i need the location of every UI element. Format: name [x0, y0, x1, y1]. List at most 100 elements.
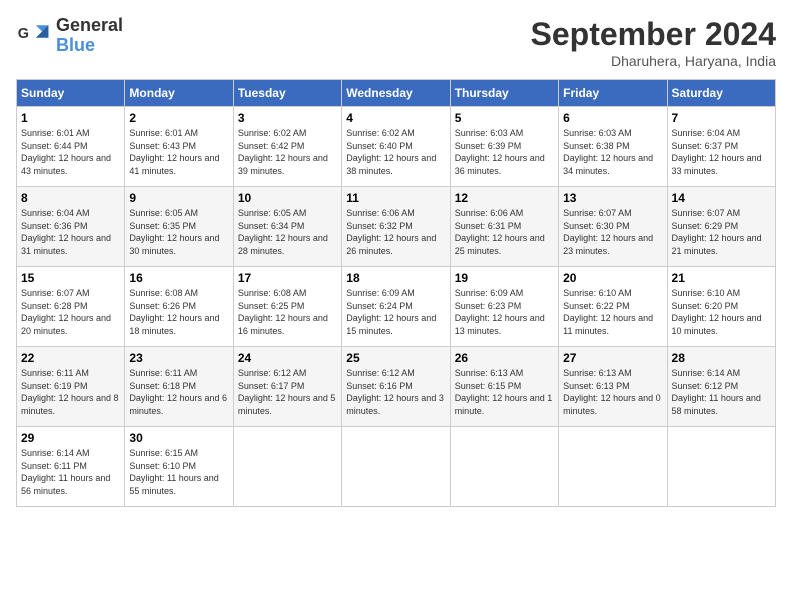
day-info: Sunrise: 6:11 AM Sunset: 6:18 PM Dayligh… [129, 367, 228, 417]
day-number: 16 [129, 271, 228, 285]
day-number: 10 [238, 191, 337, 205]
day-info: Sunrise: 6:02 AM Sunset: 6:40 PM Dayligh… [346, 127, 445, 177]
day-number: 29 [21, 431, 120, 445]
day-cell: 26 Sunrise: 6:13 AM Sunset: 6:15 PM Dayl… [450, 347, 558, 427]
svg-text:G: G [18, 26, 29, 42]
day-info: Sunrise: 6:07 AM Sunset: 6:30 PM Dayligh… [563, 207, 662, 257]
day-cell: 3 Sunrise: 6:02 AM Sunset: 6:42 PM Dayli… [233, 107, 341, 187]
day-cell: 11 Sunrise: 6:06 AM Sunset: 6:32 PM Dayl… [342, 187, 450, 267]
day-info: Sunrise: 6:05 AM Sunset: 6:35 PM Dayligh… [129, 207, 228, 257]
day-cell: 15 Sunrise: 6:07 AM Sunset: 6:28 PM Dayl… [17, 267, 125, 347]
day-number: 6 [563, 111, 662, 125]
header-day-friday: Friday [559, 80, 667, 107]
header-day-thursday: Thursday [450, 80, 558, 107]
day-info: Sunrise: 6:01 AM Sunset: 6:43 PM Dayligh… [129, 127, 228, 177]
week-row-5: 29 Sunrise: 6:14 AM Sunset: 6:11 PM Dayl… [17, 427, 776, 507]
day-info: Sunrise: 6:07 AM Sunset: 6:29 PM Dayligh… [672, 207, 771, 257]
day-number: 23 [129, 351, 228, 365]
logo-text: GeneralBlue [56, 16, 123, 56]
day-cell: 4 Sunrise: 6:02 AM Sunset: 6:40 PM Dayli… [342, 107, 450, 187]
day-info: Sunrise: 6:10 AM Sunset: 6:20 PM Dayligh… [672, 287, 771, 337]
day-info: Sunrise: 6:06 AM Sunset: 6:31 PM Dayligh… [455, 207, 554, 257]
day-number: 21 [672, 271, 771, 285]
week-row-2: 8 Sunrise: 6:04 AM Sunset: 6:36 PM Dayli… [17, 187, 776, 267]
day-number: 25 [346, 351, 445, 365]
day-cell: 29 Sunrise: 6:14 AM Sunset: 6:11 PM Dayl… [17, 427, 125, 507]
day-cell: 12 Sunrise: 6:06 AM Sunset: 6:31 PM Dayl… [450, 187, 558, 267]
day-cell: 16 Sunrise: 6:08 AM Sunset: 6:26 PM Dayl… [125, 267, 233, 347]
day-number: 26 [455, 351, 554, 365]
day-number: 9 [129, 191, 228, 205]
day-cell: 7 Sunrise: 6:04 AM Sunset: 6:37 PM Dayli… [667, 107, 775, 187]
day-number: 13 [563, 191, 662, 205]
day-number: 3 [238, 111, 337, 125]
day-cell: 25 Sunrise: 6:12 AM Sunset: 6:16 PM Dayl… [342, 347, 450, 427]
day-number: 8 [21, 191, 120, 205]
day-info: Sunrise: 6:12 AM Sunset: 6:17 PM Dayligh… [238, 367, 337, 417]
day-number: 12 [455, 191, 554, 205]
day-cell: 30 Sunrise: 6:15 AM Sunset: 6:10 PM Dayl… [125, 427, 233, 507]
day-cell: 8 Sunrise: 6:04 AM Sunset: 6:36 PM Dayli… [17, 187, 125, 267]
header-day-monday: Monday [125, 80, 233, 107]
day-info: Sunrise: 6:14 AM Sunset: 6:12 PM Dayligh… [672, 367, 771, 417]
day-info: Sunrise: 6:12 AM Sunset: 6:16 PM Dayligh… [346, 367, 445, 417]
logo: G GeneralBlue [16, 16, 123, 56]
day-info: Sunrise: 6:04 AM Sunset: 6:36 PM Dayligh… [21, 207, 120, 257]
day-number: 24 [238, 351, 337, 365]
day-cell [450, 427, 558, 507]
title-block: September 2024 Dharuhera, Haryana, India [531, 16, 776, 69]
day-cell [667, 427, 775, 507]
day-cell: 14 Sunrise: 6:07 AM Sunset: 6:29 PM Dayl… [667, 187, 775, 267]
day-number: 1 [21, 111, 120, 125]
day-cell: 27 Sunrise: 6:13 AM Sunset: 6:13 PM Dayl… [559, 347, 667, 427]
day-cell: 10 Sunrise: 6:05 AM Sunset: 6:34 PM Dayl… [233, 187, 341, 267]
day-cell: 21 Sunrise: 6:10 AM Sunset: 6:20 PM Dayl… [667, 267, 775, 347]
day-info: Sunrise: 6:06 AM Sunset: 6:32 PM Dayligh… [346, 207, 445, 257]
day-number: 30 [129, 431, 228, 445]
day-info: Sunrise: 6:03 AM Sunset: 6:39 PM Dayligh… [455, 127, 554, 177]
day-info: Sunrise: 6:08 AM Sunset: 6:25 PM Dayligh… [238, 287, 337, 337]
header-day-tuesday: Tuesday [233, 80, 341, 107]
header-day-wednesday: Wednesday [342, 80, 450, 107]
day-info: Sunrise: 6:10 AM Sunset: 6:22 PM Dayligh… [563, 287, 662, 337]
day-cell: 22 Sunrise: 6:11 AM Sunset: 6:19 PM Dayl… [17, 347, 125, 427]
logo-icon: G [16, 18, 52, 54]
day-info: Sunrise: 6:04 AM Sunset: 6:37 PM Dayligh… [672, 127, 771, 177]
day-info: Sunrise: 6:15 AM Sunset: 6:10 PM Dayligh… [129, 447, 228, 497]
day-info: Sunrise: 6:14 AM Sunset: 6:11 PM Dayligh… [21, 447, 120, 497]
header-day-saturday: Saturday [667, 80, 775, 107]
calendar-table: SundayMondayTuesdayWednesdayThursdayFrid… [16, 79, 776, 507]
day-cell: 20 Sunrise: 6:10 AM Sunset: 6:22 PM Dayl… [559, 267, 667, 347]
day-number: 5 [455, 111, 554, 125]
day-info: Sunrise: 6:09 AM Sunset: 6:23 PM Dayligh… [455, 287, 554, 337]
day-cell [559, 427, 667, 507]
day-cell: 13 Sunrise: 6:07 AM Sunset: 6:30 PM Dayl… [559, 187, 667, 267]
day-cell: 24 Sunrise: 6:12 AM Sunset: 6:17 PM Dayl… [233, 347, 341, 427]
day-number: 17 [238, 271, 337, 285]
logo-blue: Blue [56, 35, 95, 55]
month-title: September 2024 [531, 16, 776, 53]
location: Dharuhera, Haryana, India [531, 53, 776, 69]
day-cell: 9 Sunrise: 6:05 AM Sunset: 6:35 PM Dayli… [125, 187, 233, 267]
day-cell [342, 427, 450, 507]
day-cell: 19 Sunrise: 6:09 AM Sunset: 6:23 PM Dayl… [450, 267, 558, 347]
day-cell: 5 Sunrise: 6:03 AM Sunset: 6:39 PM Dayli… [450, 107, 558, 187]
day-number: 18 [346, 271, 445, 285]
day-number: 2 [129, 111, 228, 125]
day-cell [233, 427, 341, 507]
week-row-4: 22 Sunrise: 6:11 AM Sunset: 6:19 PM Dayl… [17, 347, 776, 427]
day-cell: 17 Sunrise: 6:08 AM Sunset: 6:25 PM Dayl… [233, 267, 341, 347]
day-number: 22 [21, 351, 120, 365]
day-info: Sunrise: 6:05 AM Sunset: 6:34 PM Dayligh… [238, 207, 337, 257]
day-info: Sunrise: 6:09 AM Sunset: 6:24 PM Dayligh… [346, 287, 445, 337]
calendar-body: 1 Sunrise: 6:01 AM Sunset: 6:44 PM Dayli… [17, 107, 776, 507]
day-number: 20 [563, 271, 662, 285]
week-row-1: 1 Sunrise: 6:01 AM Sunset: 6:44 PM Dayli… [17, 107, 776, 187]
day-cell: 6 Sunrise: 6:03 AM Sunset: 6:38 PM Dayli… [559, 107, 667, 187]
day-number: 27 [563, 351, 662, 365]
day-info: Sunrise: 6:08 AM Sunset: 6:26 PM Dayligh… [129, 287, 228, 337]
day-info: Sunrise: 6:13 AM Sunset: 6:15 PM Dayligh… [455, 367, 554, 417]
day-number: 4 [346, 111, 445, 125]
day-cell: 1 Sunrise: 6:01 AM Sunset: 6:44 PM Dayli… [17, 107, 125, 187]
day-info: Sunrise: 6:07 AM Sunset: 6:28 PM Dayligh… [21, 287, 120, 337]
